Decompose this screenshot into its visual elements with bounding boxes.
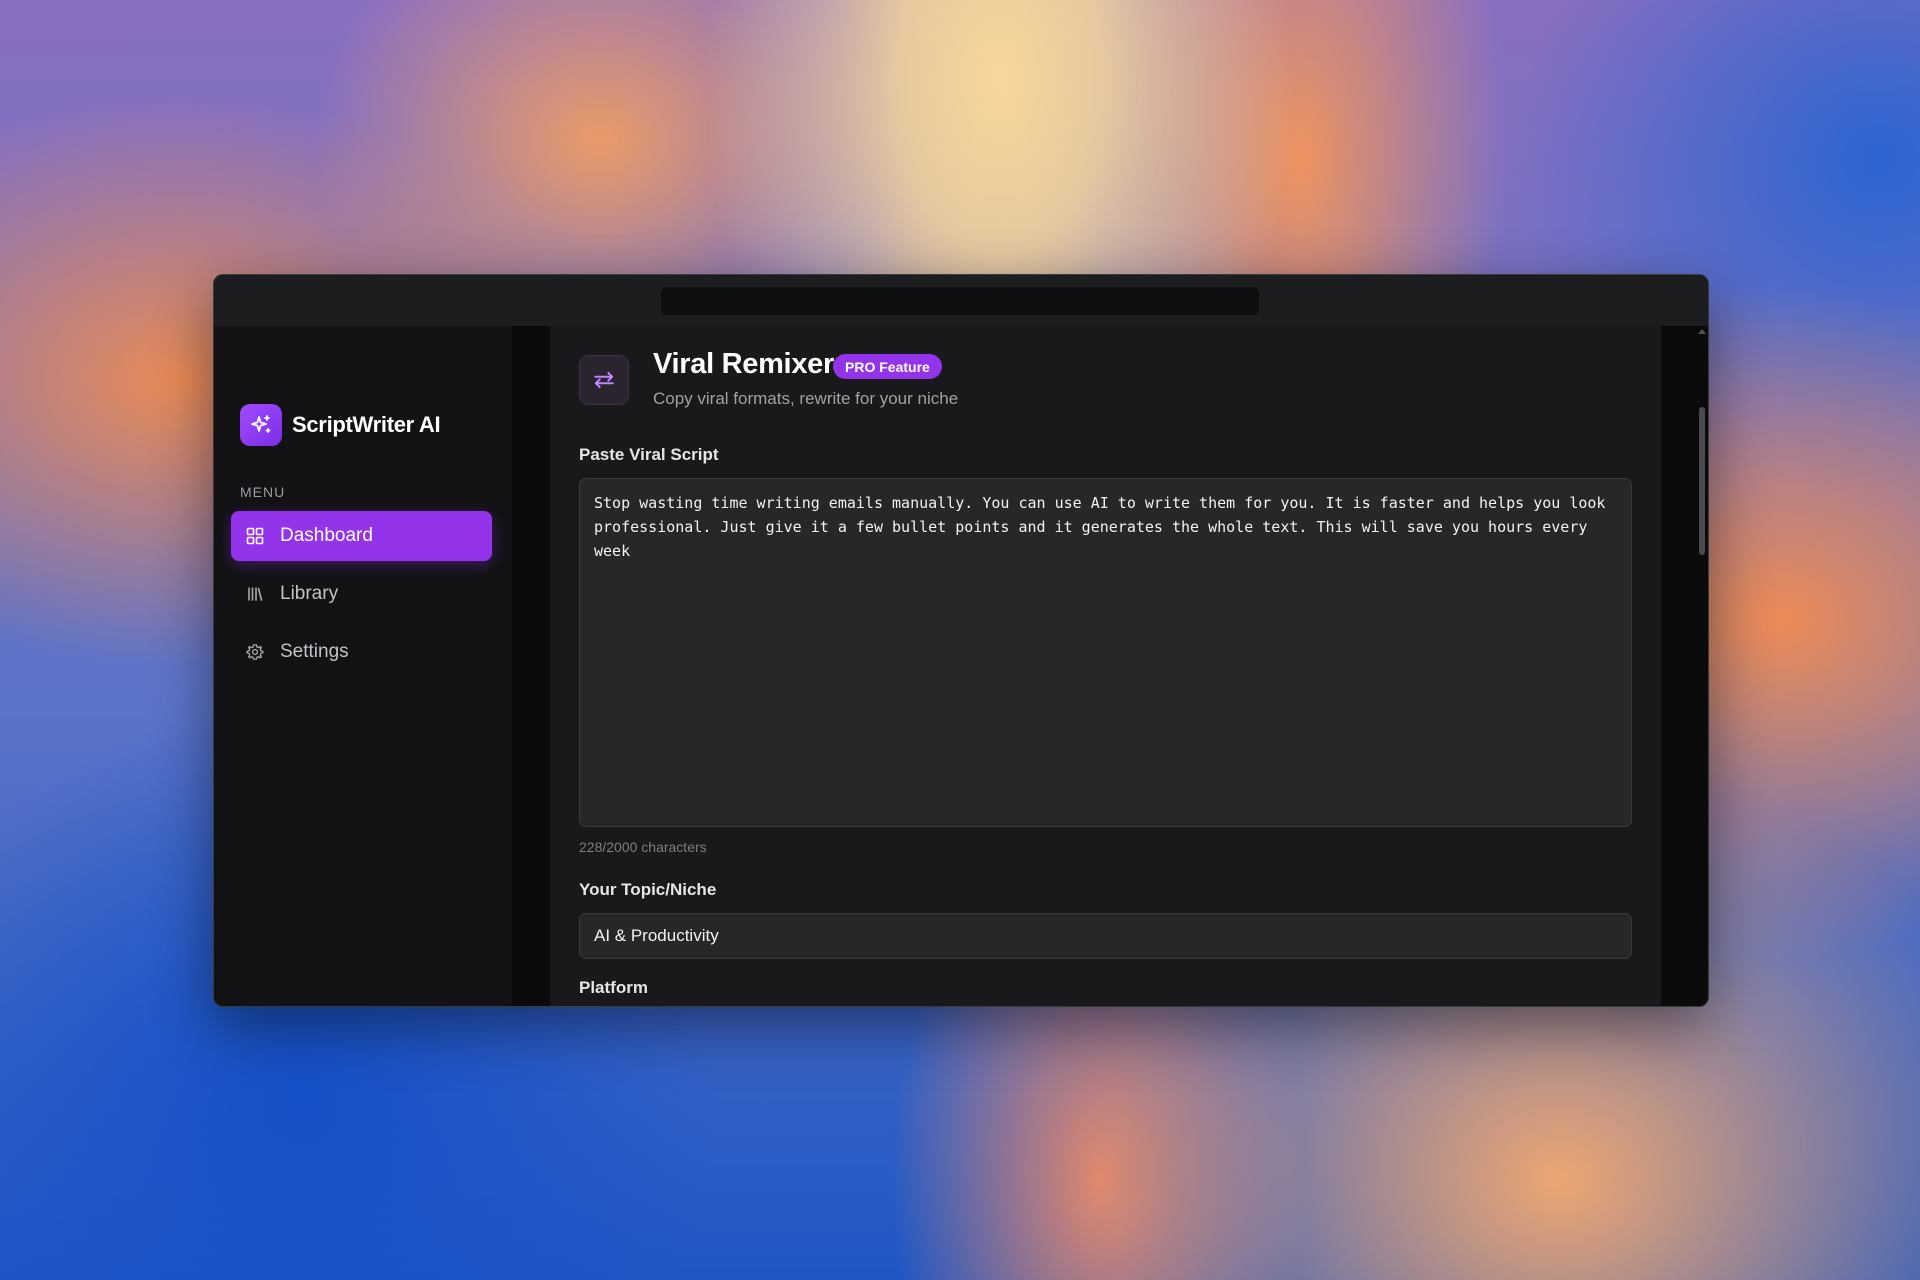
app-name: ScriptWriter AI: [292, 412, 441, 437]
sidebar: ScriptWriter AI MENU Dashboard Library S…: [214, 326, 512, 1006]
sidebar-item-label: Dashboard: [280, 525, 373, 546]
page-subtitle: Copy viral formats, rewrite for your nic…: [653, 389, 959, 408]
sidebar-item-dashboard[interactable]: Dashboard: [231, 511, 492, 561]
sparkles-icon: [240, 404, 282, 446]
brand[interactable]: ScriptWriter AI: [240, 404, 441, 446]
title-bar: [214, 275, 1708, 326]
scrollbar-thumb[interactable]: [1699, 407, 1705, 555]
dashboard-grid-icon: [245, 526, 265, 546]
gear-icon: [245, 642, 265, 662]
library-icon: [245, 584, 265, 604]
character-count: 228/2000 characters: [579, 839, 707, 855]
remix-arrows-icon: [579, 355, 629, 405]
topic-niche-input[interactable]: [579, 913, 1632, 959]
main-content: Viral Remixer PRO Feature Copy viral for…: [550, 326, 1661, 1006]
menu-section-label: MENU: [240, 484, 286, 500]
pro-feature-badge: PRO Feature: [833, 354, 942, 379]
scroll-up-arrow-icon[interactable]: [1698, 329, 1706, 334]
sidebar-item-label: Library: [280, 583, 339, 604]
sidebar-divider: [512, 326, 550, 1006]
platform-field-label: Platform: [579, 978, 648, 997]
app-window: ScriptWriter AI MENU Dashboard Library S…: [213, 274, 1709, 1007]
sidebar-item-settings[interactable]: Settings: [231, 627, 492, 677]
viral-script-textarea[interactable]: Stop wasting time writing emails manuall…: [579, 478, 1632, 827]
script-field-label: Paste Viral Script: [579, 445, 719, 464]
sidebar-item-label: Settings: [280, 641, 349, 662]
topic-field-label: Your Topic/Niche: [579, 880, 717, 899]
page-title: Viral Remixer: [653, 348, 834, 380]
sidebar-item-library[interactable]: Library: [231, 569, 492, 619]
address-bar[interactable]: [661, 287, 1259, 315]
